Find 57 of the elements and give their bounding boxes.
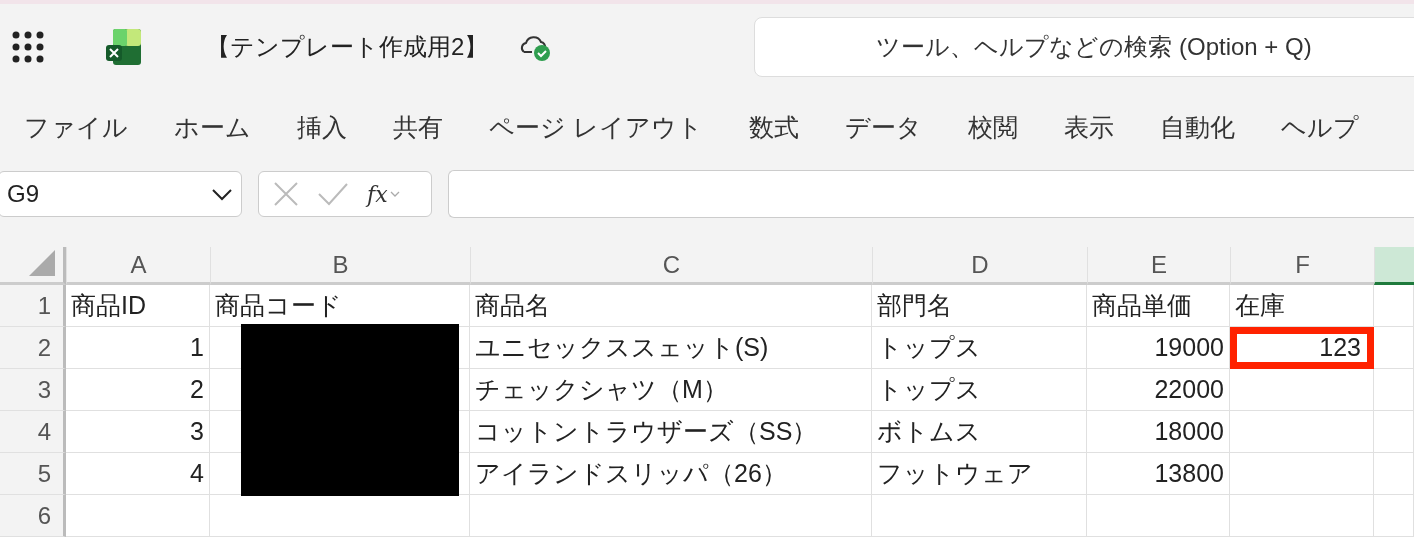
table-cell: 部門名 [872,285,1087,327]
menu-tab[interactable]: 表示 [1063,111,1114,144]
triangle-icon [29,250,55,276]
table-cell: 商品名 [470,285,872,327]
menu-tab[interactable]: ファイル [24,111,128,144]
row-header[interactable]: 4 [0,411,66,453]
row-header[interactable]: 1 [0,285,66,327]
column-header[interactable]: C [470,247,872,285]
column-header[interactable]: D [872,247,1087,285]
app-launcher-icon[interactable] [12,31,44,64]
table-cell: ボトムス [872,411,1087,453]
table-cell: 13800 [1087,453,1230,495]
chevron-down-icon [211,187,233,202]
table-cell: フットウェア [872,453,1087,495]
table-cell: 18000 [1087,411,1230,453]
column-header[interactable] [1374,247,1414,285]
caret-icon [389,191,400,198]
table-cell: トップス [872,369,1087,411]
row-header[interactable]: 2 [0,327,66,369]
column-header[interactable]: E [1087,247,1230,285]
menu-tab[interactable]: データ [844,111,922,144]
table-cell: 2 [66,369,210,411]
name-box[interactable]: G9 [0,171,242,218]
table-cell: トップス [872,327,1087,369]
table-cell: アイランドスリッパ（26） [470,453,872,495]
table-cell: 1 [66,327,210,369]
table-cell: 4 [66,453,210,495]
menu-tab[interactable]: 数式 [748,111,799,144]
insert-function-label[interactable]: fx [367,181,388,207]
table-cell: チェックシャツ（M） [470,369,872,411]
table-cell: 商品単価 [1087,285,1230,327]
table-cell: 22000 [1087,369,1230,411]
column-header[interactable]: B [210,247,470,285]
table-cell: 在庫 [1230,285,1374,327]
check-icon[interactable] [317,182,349,207]
menu-tab[interactable]: ページ レイアウト [489,111,703,144]
table-cell: 3 [66,411,210,453]
menu-tab[interactable]: 校閲 [967,111,1018,144]
formula-input[interactable] [448,170,1414,219]
menu-tab[interactable]: 挿入 [297,111,347,144]
table-cell: コットントラウザーズ（SS） [470,411,872,453]
menu-tab[interactable]: 自動化 [1159,111,1235,144]
column-header[interactable]: F [1230,247,1374,285]
menu-tab[interactable]: ヘルプ [1280,111,1359,144]
menu-tab[interactable]: ホーム [174,111,251,144]
menu-tab[interactable]: 共有 [393,111,443,144]
row-header[interactable]: 3 [0,369,66,411]
search-field[interactable]: ツール、ヘルプなどの検索 (Option + Q) [754,17,1414,78]
table-cell: 123 [1230,327,1374,369]
excel-logo-icon[interactable] [106,28,142,67]
table-cell: 19000 [1087,327,1230,369]
table-cell: 商品ID [66,285,210,327]
row-header[interactable]: 6 [0,495,66,537]
row-header[interactable]: 5 [0,453,66,495]
document-title[interactable]: 【テンプレート作成用2】 [206,31,489,64]
table-cell: ユニセックススェット(S) [470,327,872,369]
column-header[interactable]: A [66,247,210,285]
